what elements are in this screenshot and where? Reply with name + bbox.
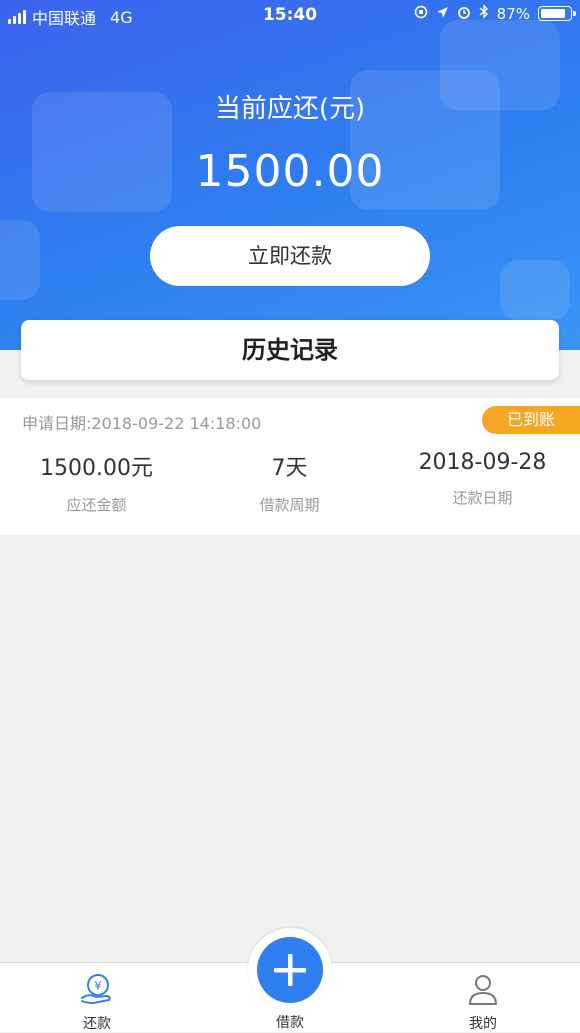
decor-square <box>0 220 40 300</box>
status-bar: 中国联通 4G 15:40 87% <box>0 0 580 30</box>
amount-label: 应还金额 <box>66 496 127 514</box>
nav-label-mine: 我的 <box>469 1016 497 1032</box>
period-column: 7天 借款周期 <box>193 450 386 515</box>
loan-record[interactable]: 申请日期:2018-09-22 14:18:00 已到账 1500.00元 应还… <box>0 398 580 535</box>
decor-square <box>500 260 570 320</box>
nav-label-borrow[interactable]: 借款 <box>230 1012 350 1032</box>
repay-icon: ¥ <box>79 971 115 1007</box>
period-label: 借款周期 <box>259 496 320 514</box>
repay-date-label: 还款日期 <box>452 489 513 507</box>
rotation-lock-icon <box>414 5 428 23</box>
period-value: 7天 <box>271 456 308 481</box>
repay-date-column: 2018-09-28 还款日期 <box>386 450 579 508</box>
apply-date: 申请日期:2018-09-22 14:18:00 <box>22 414 262 433</box>
repay-now-button[interactable]: 立即还款 <box>150 226 430 286</box>
amount-column: 1500.00元 应还金额 <box>0 450 193 515</box>
user-icon <box>465 971 501 1007</box>
status-badge: 已到账 <box>482 406 580 434</box>
location-icon <box>436 5 449 23</box>
alarm-icon <box>457 5 471 23</box>
nav-label-repay: 还款 <box>83 1016 111 1032</box>
hero-banner: 中国联通 4G 15:40 87% 当前应还(元) 1500.00 立即还款 <box>0 0 580 350</box>
bluetooth-icon <box>479 4 489 23</box>
svg-text:¥: ¥ <box>94 979 102 993</box>
borrow-fab-button[interactable] <box>257 937 323 1003</box>
repay-date-value: 2018-09-28 <box>418 450 547 475</box>
amount-value: 1500.00元 <box>40 456 153 481</box>
due-label: 当前应还(元) <box>214 94 366 124</box>
nav-item-repay[interactable]: ¥ 还款 <box>37 963 157 1032</box>
plus-icon <box>274 954 306 986</box>
battery-icon <box>538 6 576 21</box>
due-amount: 1500.00 <box>195 146 385 197</box>
history-title-card[interactable]: 历史记录 <box>21 320 559 380</box>
nav-item-mine[interactable]: 我的 <box>423 963 543 1032</box>
battery-percent: 87% <box>496 4 530 23</box>
